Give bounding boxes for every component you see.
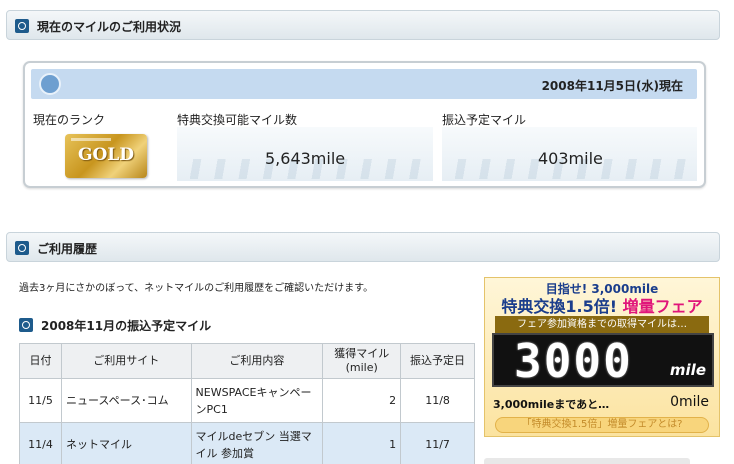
mile-status-panel: 2008年11月5日(水)現在 現在のランク GOLD 特典交換可能マイル数 5… <box>23 61 706 188</box>
exchangeable-miles-panel: 5,643mile <box>177 127 433 181</box>
status-date-bar: 2008年11月5日(水)現在 <box>31 69 697 99</box>
gold-rank-card: GOLD <box>65 134 147 178</box>
rank-label: 現在のランク <box>33 113 106 127</box>
table-row: 11/4 ネットマイル マイルdeセブン 当選マイル 参加賞 1 11/7 <box>19 422 475 464</box>
month-heading-text: 2008年11月の振込予定マイル <box>41 319 212 333</box>
promo-title-fair: 増量フェア <box>622 297 703 316</box>
history-intro-text: 過去3ヶ月にさかのぼって、ネットマイルのご利用履歴をご確認いただけます。 <box>19 283 374 294</box>
row-date: 11/4 <box>19 422 62 464</box>
counter-unit: mile <box>669 361 706 379</box>
row-content: NEWSPACEキャンペーンPC1 <box>190 378 324 423</box>
status-date: 2008年11月5日(水)現在 <box>541 79 683 93</box>
status-section-header: 現在のマイルのご利用状況 <box>6 10 720 40</box>
exchangeable-miles-value: 5,643mile <box>265 149 346 168</box>
remaining-value: 0mile <box>670 394 709 410</box>
section-bullet-icon <box>15 241 29 255</box>
heading-bullet-icon <box>19 318 33 332</box>
row-content: マイルdeセブン 当選マイル 参加賞 <box>190 422 324 464</box>
history-section-title: ご利用履歴 <box>37 242 98 256</box>
fair-promo-banner[interactable]: 目指せ! 3,000mile 特典交換1.5倍! 増量フェア フェア参加資格まで… <box>484 277 720 437</box>
rank-value: GOLD <box>77 145 135 165</box>
promo-title: 特典交換1.5倍! 増量フェア <box>485 293 719 317</box>
table-header-row: 日付 ご利用サイト ご利用内容 獲得マイル (mile) 振込予定日 <box>19 343 475 379</box>
card-stripe <box>71 138 111 141</box>
mile-counter-display: 3000 mile <box>492 333 714 387</box>
promo-subtitle: フェア参加資格までの取得マイルは… <box>495 316 709 333</box>
mile-card-icon <box>39 73 61 95</box>
exchangeable-miles-label: 特典交換可能マイル数 <box>177 113 298 127</box>
scheduled-miles-value: 403mile <box>538 149 603 168</box>
remaining-label: 3,000mileまであと… <box>493 398 610 411</box>
row-transfer-date: 11/7 <box>400 422 475 464</box>
row-date: 11/5 <box>19 378 62 423</box>
status-section-title: 現在のマイルのご利用状況 <box>37 20 182 34</box>
fair-info-link[interactable]: 「特典交換1.5倍」増量フェアとは? <box>495 417 709 433</box>
col-miles: 獲得マイル (mile) <box>322 343 402 379</box>
section-bullet-icon <box>15 19 29 33</box>
second-banner-edge <box>484 458 690 464</box>
row-miles: 2 <box>322 378 402 423</box>
scheduled-miles-label: 振込予定マイル <box>442 113 527 127</box>
row-site: ネットマイル <box>60 422 192 464</box>
col-transfer-date: 振込予定日 <box>400 343 475 379</box>
table-row: 11/5 ニュースペース･コム NEWSPACEキャンペーンPC1 2 11/8 <box>19 378 475 423</box>
col-site: ご利用サイト <box>60 343 192 379</box>
col-content: ご利用内容 <box>190 343 324 379</box>
history-table: 日付 ご利用サイト ご利用内容 獲得マイル (mile) 振込予定日 11/5 … <box>19 343 475 464</box>
scheduled-miles-panel: 403mile <box>442 127 697 181</box>
col-date: 日付 <box>19 343 62 379</box>
history-section-header: ご利用履歴 <box>6 232 720 262</box>
promo-title-main: 特典交換1.5倍! <box>501 297 618 316</box>
counter-digits: 3000 <box>514 334 633 388</box>
row-site: ニュースペース･コム <box>60 378 192 423</box>
row-miles: 1 <box>322 422 402 464</box>
row-transfer-date: 11/8 <box>400 378 475 423</box>
